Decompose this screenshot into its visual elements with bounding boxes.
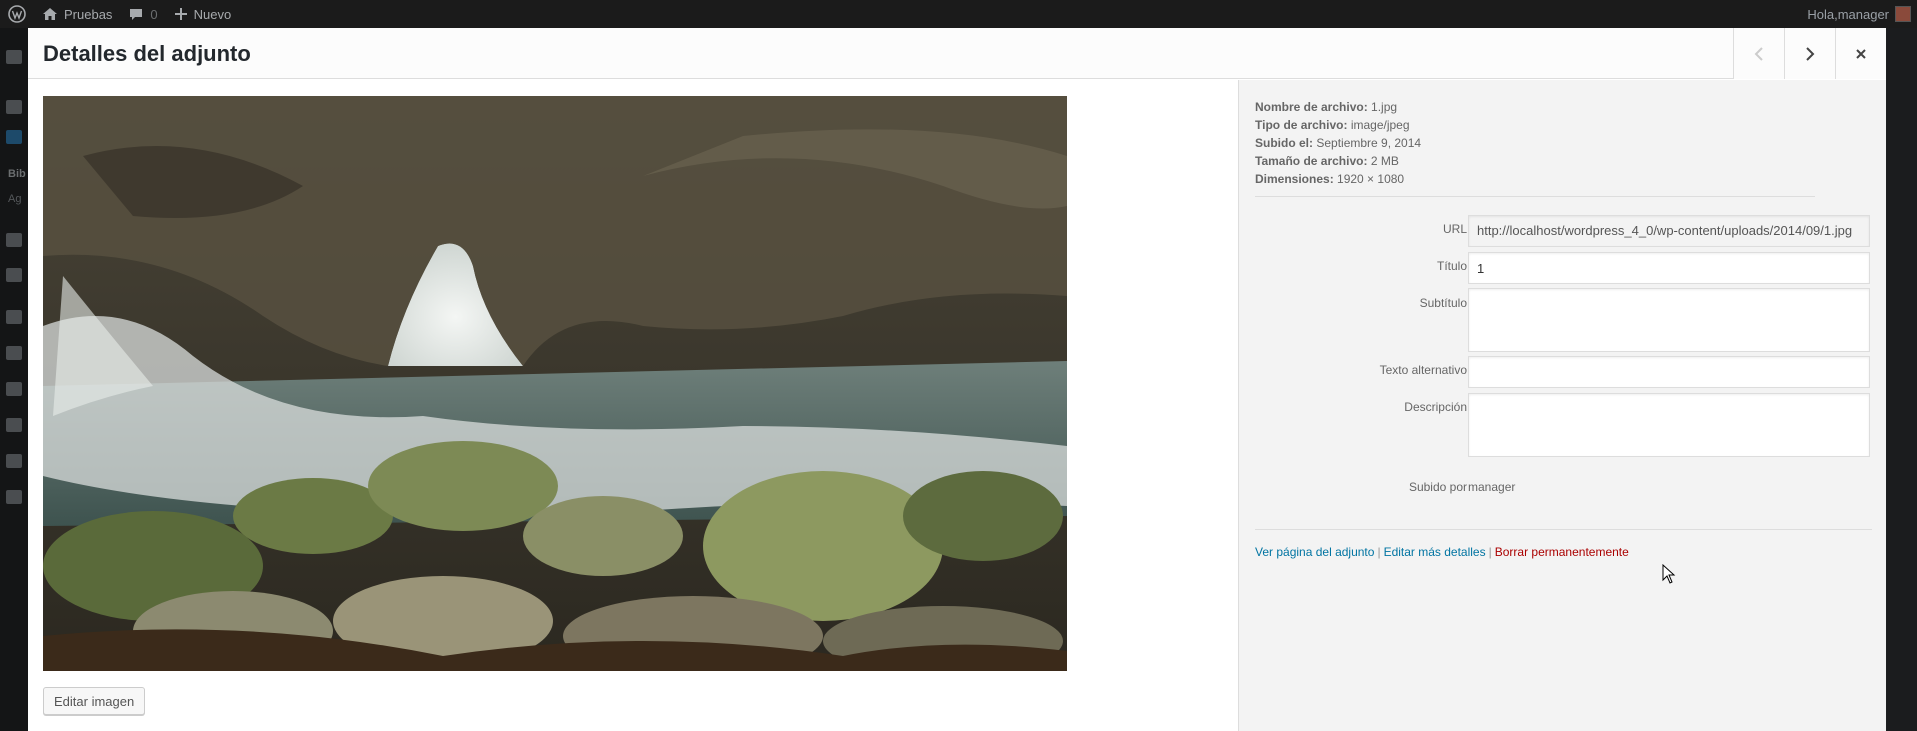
separator: | (1488, 545, 1492, 559)
home-icon (43, 8, 57, 20)
chevron-right-icon (1806, 46, 1815, 61)
dashboard-menu-icon[interactable] (6, 50, 22, 64)
modal-title: Detalles del adjunto (43, 41, 251, 66)
close-modal-button[interactable] (1835, 28, 1886, 79)
caption-field[interactable] (1468, 288, 1870, 352)
uploaded-by-value: manager (1468, 480, 1516, 494)
appearance-menu-icon[interactable] (6, 310, 22, 324)
view-attachment-page-link[interactable]: Ver página del adjunto (1255, 545, 1374, 559)
alt-text-field[interactable] (1468, 356, 1870, 388)
filesize-row: Tamaño de archivo: 2 MB (1255, 152, 1421, 170)
divider (1255, 196, 1815, 197)
filesize-value: 2 MB (1370, 154, 1399, 168)
edit-image-button[interactable]: Editar imagen (43, 687, 146, 715)
delete-permanently-link[interactable]: Borrar permanentemente (1495, 545, 1629, 559)
attachment-media-view: Editar imagen (28, 80, 1238, 731)
media-menu-label: Bib (8, 168, 26, 180)
comment-bubble-icon (130, 9, 143, 20)
alt-text-label: Texto alternativo (1379, 363, 1467, 377)
attachment-details-modal: Detalles del adjunto Editar imagen Nombr… (28, 28, 1886, 731)
comments-count: 0 (150, 6, 158, 22)
previous-attachment-button[interactable] (1733, 28, 1784, 79)
modal-header: Detalles del adjunto (28, 28, 1886, 79)
uploaded-value: Septiembre 9, 2014 (1316, 136, 1422, 150)
separator: | (1377, 545, 1381, 559)
collapse-menu-icon[interactable] (6, 490, 22, 504)
site-name: Pruebas (64, 6, 113, 22)
url-field[interactable]: http://localhost/wordpress_4_0/wp-conten… (1468, 215, 1870, 247)
site-name-menu[interactable]: Pruebas (34, 0, 120, 28)
url-label: URL (1442, 222, 1467, 236)
backdrop-strip (1887, 28, 1917, 731)
filename-row: Nombre de archivo: 1.jpg (1255, 98, 1421, 116)
caption-label: Subtítulo (1419, 296, 1467, 310)
attachment-actions: Ver página del adjunto | Editar más detall… (1255, 545, 1629, 559)
media-submenu-label: Ag (8, 193, 22, 205)
chevron-left-icon (1754, 46, 1763, 61)
new-label: Nuevo (193, 6, 232, 22)
dimensions-label: Dimensiones: (1255, 172, 1334, 186)
title-label: Título (1436, 259, 1467, 273)
file-info: Nombre de archivo: 1.jpg Tipo de archivo… (1255, 98, 1421, 188)
close-icon (1856, 48, 1866, 59)
new-content-menu[interactable]: Nuevo (166, 0, 240, 28)
wp-logo-menu[interactable] (0, 0, 34, 28)
dimensions-row: Dimensiones: 1920 × 1080 (1255, 170, 1421, 188)
edit-more-details-link[interactable]: Editar más detalles (1384, 545, 1486, 559)
posts-menu-icon[interactable] (6, 100, 22, 114)
mouse-cursor-icon (1662, 564, 1676, 584)
media-menu-icon[interactable] (6, 130, 22, 144)
attachment-details-panel: Nombre de archivo: 1.jpg Tipo de archivo… (1238, 80, 1886, 731)
my-account-menu[interactable]: Hola,manager (1807, 6, 1917, 22)
greeting: Hola,manager (1807, 6, 1889, 22)
attachment-preview-image (43, 96, 1067, 671)
uploaded-by-label: Subido por (1408, 480, 1467, 494)
description-field[interactable] (1468, 393, 1870, 457)
uploaded-row: Subido el: Septiembre 9, 2014 (1255, 134, 1421, 152)
pages-menu-icon[interactable] (6, 233, 22, 247)
comments-menu[interactable]: 0 (120, 0, 165, 28)
settings-menu-icon[interactable] (6, 454, 22, 468)
tools-menu-icon[interactable] (6, 418, 22, 432)
next-attachment-button[interactable] (1784, 28, 1835, 79)
users-menu-icon[interactable] (6, 382, 22, 396)
filetype-row: Tipo de archivo: image/jpeg (1255, 116, 1421, 134)
sea-arch-photo (43, 96, 1067, 671)
plus-icon (174, 8, 187, 20)
comments-menu-icon[interactable] (6, 268, 22, 282)
description-label: Descripción (1404, 400, 1467, 414)
filename-value: 1.jpg (1371, 100, 1398, 114)
admin-menu: Bib Ag (0, 28, 28, 731)
title-field[interactable] (1468, 252, 1870, 284)
uploaded-label: Subido el: (1255, 136, 1313, 150)
wordpress-logo-icon (8, 5, 26, 23)
plugins-menu-icon[interactable] (6, 346, 22, 360)
divider (1255, 529, 1872, 530)
filename-label: Nombre de archivo: (1255, 100, 1368, 114)
filetype-label: Tipo de archivo: (1255, 118, 1348, 132)
dimensions-value: 1920 × 1080 (1337, 172, 1405, 186)
avatar (1895, 6, 1911, 22)
filesize-label: Tamaño de archivo: (1255, 154, 1368, 168)
filetype-value: image/jpeg (1350, 118, 1410, 132)
admin-bar: Pruebas 0 Nuevo Hola,manager (0, 0, 1917, 28)
